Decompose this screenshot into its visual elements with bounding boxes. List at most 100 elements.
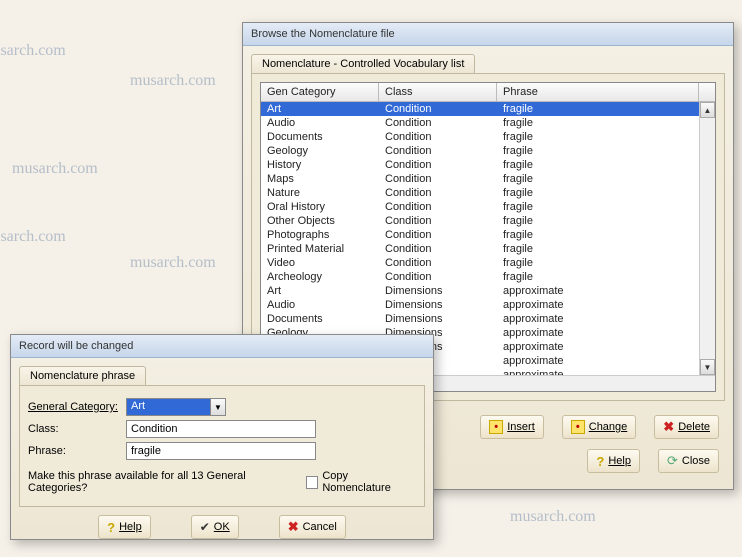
- cell-gen-category: Audio: [261, 116, 379, 130]
- cell-class: Condition: [379, 144, 497, 158]
- cell-gen-category: Documents: [261, 312, 379, 326]
- cell-phrase: approximate: [497, 284, 699, 298]
- cell-gen-category: Maps: [261, 172, 379, 186]
- cancel-button[interactable]: ✖ Cancel: [279, 515, 346, 539]
- cell-class: Condition: [379, 130, 497, 144]
- cell-class: Condition: [379, 270, 497, 284]
- table-row[interactable]: VideoConditionfragile: [261, 256, 699, 270]
- cell-class: Dimensions: [379, 298, 497, 312]
- column-header-class[interactable]: Class: [379, 83, 497, 101]
- phrase-field[interactable]: [126, 442, 316, 460]
- cell-class: Dimensions: [379, 284, 497, 298]
- copy-nomenclature-label: Copy Nomenclature: [322, 470, 416, 494]
- cell-gen-category: Audio: [261, 298, 379, 312]
- dialog-help-button[interactable]: ? Help: [98, 515, 151, 539]
- table-row[interactable]: AudioDimensionsapproximate: [261, 298, 699, 312]
- cell-phrase: fragile: [497, 158, 699, 172]
- column-header-gen-category[interactable]: Gen Category: [261, 83, 379, 101]
- help-button[interactable]: ? Help: [587, 449, 640, 473]
- cell-class: Condition: [379, 158, 497, 172]
- cell-phrase: fragile: [497, 256, 699, 270]
- table-row[interactable]: NatureConditionfragile: [261, 186, 699, 200]
- record-change-dialog: Record will be changed Nomenclature phra…: [10, 334, 434, 540]
- cell-gen-category: Nature: [261, 186, 379, 200]
- table-row[interactable]: ArcheologyConditionfragile: [261, 270, 699, 284]
- cell-phrase: approximate: [497, 312, 699, 326]
- table-row[interactable]: HistoryConditionfragile: [261, 158, 699, 172]
- close-icon: ⟳: [667, 453, 678, 469]
- watermark-text: musarch.com: [0, 42, 66, 60]
- chevron-down-icon[interactable]: ▼: [210, 398, 226, 416]
- help-icon: ?: [596, 454, 604, 469]
- delete-button[interactable]: ✖ Delete: [654, 415, 719, 439]
- watermark-text: musarch.com: [0, 228, 66, 246]
- cell-phrase: approximate: [497, 354, 699, 368]
- cell-class: Condition: [379, 256, 497, 270]
- table-row[interactable]: DocumentsConditionfragile: [261, 130, 699, 144]
- cell-class: Dimensions: [379, 312, 497, 326]
- table-row[interactable]: GeologyConditionfragile: [261, 144, 699, 158]
- copy-question-text: Make this phrase available for all 13 Ge…: [28, 470, 298, 494]
- cell-phrase: fragile: [497, 130, 699, 144]
- tab-nomenclature-phrase[interactable]: Nomenclature phrase: [19, 366, 146, 385]
- ok-button[interactable]: ✔ OK: [191, 515, 239, 539]
- cell-class: Condition: [379, 172, 497, 186]
- table-row[interactable]: Printed MaterialConditionfragile: [261, 242, 699, 256]
- cell-class: Condition: [379, 102, 497, 116]
- cell-phrase: fragile: [497, 200, 699, 214]
- cell-phrase: approximate: [497, 326, 699, 340]
- table-row[interactable]: MapsConditionfragile: [261, 172, 699, 186]
- cell-gen-category: History: [261, 158, 379, 172]
- scroll-up-icon[interactable]: ▲: [700, 102, 715, 118]
- label-general-category: General Category:: [28, 401, 126, 413]
- cell-phrase: fragile: [497, 116, 699, 130]
- table-row[interactable]: Other ObjectsConditionfragile: [261, 214, 699, 228]
- insert-button[interactable]: • Insert: [480, 415, 544, 439]
- delete-icon: ✖: [663, 419, 674, 435]
- check-icon: ✔: [200, 520, 210, 534]
- cell-gen-category: Art: [261, 102, 379, 116]
- class-field[interactable]: [126, 420, 316, 438]
- help-icon: ?: [107, 520, 115, 535]
- cell-gen-category: Documents: [261, 130, 379, 144]
- watermark-text: musarch.com: [510, 508, 596, 526]
- cell-class: Condition: [379, 242, 497, 256]
- cell-gen-category: Art: [261, 284, 379, 298]
- cell-phrase: fragile: [497, 102, 699, 116]
- cell-class: Condition: [379, 200, 497, 214]
- close-button[interactable]: ⟳ Close: [658, 449, 719, 473]
- cell-class: Condition: [379, 116, 497, 130]
- table-row[interactable]: PhotographsConditionfragile: [261, 228, 699, 242]
- cell-class: Condition: [379, 228, 497, 242]
- cell-phrase: fragile: [497, 228, 699, 242]
- general-category-combobox[interactable]: Art ▼: [126, 398, 226, 416]
- cell-gen-category: Oral History: [261, 200, 379, 214]
- cell-phrase: approximate: [497, 368, 699, 375]
- cell-phrase: approximate: [497, 298, 699, 312]
- label-phrase: Phrase:: [28, 445, 126, 457]
- column-header-phrase[interactable]: Phrase: [497, 83, 699, 101]
- watermark-text: musarch.com: [130, 72, 216, 90]
- cell-phrase: fragile: [497, 186, 699, 200]
- change-icon: •: [571, 420, 585, 434]
- cancel-icon: ✖: [288, 519, 299, 535]
- table-row[interactable]: ArtConditionfragile: [261, 102, 699, 116]
- cell-gen-category: Other Objects: [261, 214, 379, 228]
- copy-nomenclature-checkbox[interactable]: [306, 476, 319, 489]
- tab-controlled-vocab[interactable]: Nomenclature - Controlled Vocabulary lis…: [251, 54, 475, 73]
- vertical-scrollbar[interactable]: ▲ ▼: [699, 102, 715, 375]
- cell-class: Condition: [379, 186, 497, 200]
- scroll-down-icon[interactable]: ▼: [700, 359, 715, 375]
- cell-phrase: fragile: [497, 270, 699, 284]
- table-row[interactable]: Oral HistoryConditionfragile: [261, 200, 699, 214]
- cell-phrase: fragile: [497, 172, 699, 186]
- cell-gen-category: Photographs: [261, 228, 379, 242]
- cell-gen-category: Printed Material: [261, 242, 379, 256]
- table-row[interactable]: ArtDimensionsapproximate: [261, 284, 699, 298]
- table-row[interactable]: DocumentsDimensionsapproximate: [261, 312, 699, 326]
- cell-phrase: fragile: [497, 242, 699, 256]
- dialog-title: Record will be changed: [11, 335, 433, 358]
- insert-icon: •: [489, 420, 503, 434]
- change-button[interactable]: • Change: [562, 415, 637, 439]
- table-row[interactable]: AudioConditionfragile: [261, 116, 699, 130]
